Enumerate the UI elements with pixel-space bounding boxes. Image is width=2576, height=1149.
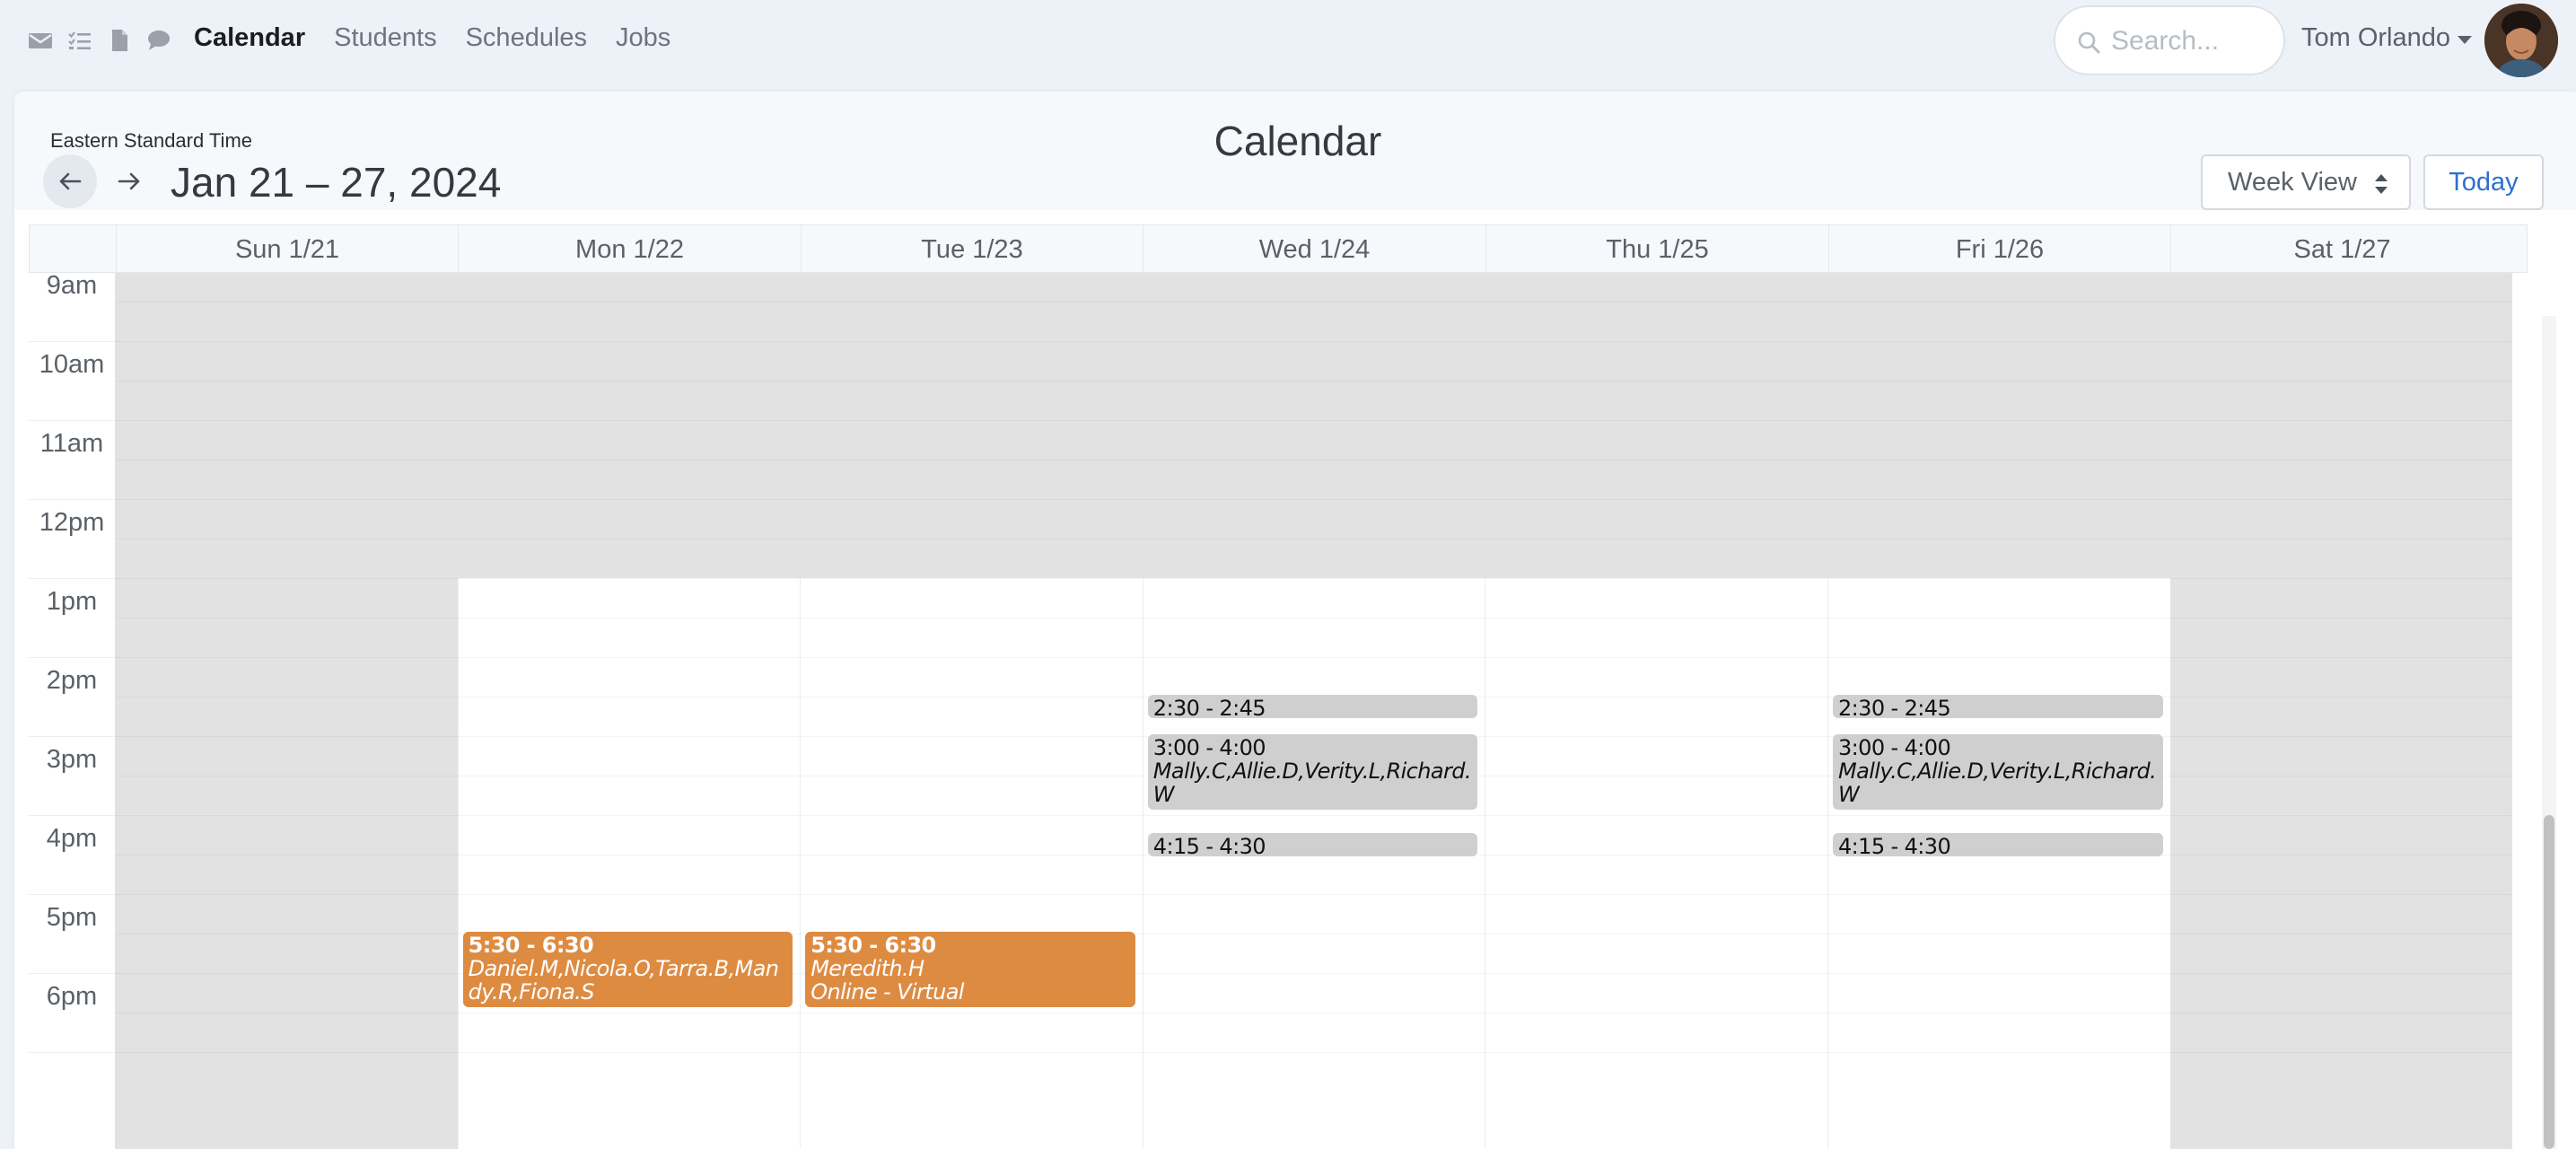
day-header-tue: Tue 1/23 [801,225,1143,274]
unavailable-block [1827,273,2170,578]
time-label: 4pm [46,824,98,853]
nav-links: Calendar Students Schedules Jobs [194,23,670,53]
event-time: 5:30 - 6:30 [468,933,594,958]
scrollbar-thumb[interactable] [2544,815,2554,1149]
day-header-sat: Sat 1/27 [2170,225,2513,274]
time-label: 5pm [46,903,98,932]
hour-line [115,420,2513,421]
time-grid-body: 9am 10am 11am 12pm 1pm 2pm 3pm 4pm 5pm 6pm 2:30 - … [29,271,2528,1149]
time-label: 1pm [46,587,98,616]
gutter-line [29,420,115,421]
event-detail: Mally.C,Allie.D,Verity.L,Richard.W [1152,759,1472,807]
nav-link-jobs[interactable]: Jobs [616,23,670,53]
hour-line [115,894,2513,895]
nav-link-calendar[interactable]: Calendar [194,23,305,53]
calendar-event[interactable]: 5:30 - 6:30 Daniel.M,Nicola.O,Tarra.B,Man… [462,932,793,1007]
calendar-event[interactable]: 2:30 - 2:45 [1833,695,2163,718]
event-time: 3:00 - 4:00 [1838,735,1951,760]
unavailable-block [1485,273,1827,578]
calendar-event[interactable]: 2:30 - 2:45 [1147,695,1478,718]
top-navbar: Calendar Students Schedules Jobs Tom Orl… [0,0,2576,83]
day-header-row: Sun 1/21 Mon 1/22 Tue 1/23 Wed 1/24 Thu … [29,224,2528,274]
event-detail: Mally.C,Allie.D,Verity.L,Richard.W [1838,759,2157,807]
arrow-right-icon [118,172,140,190]
view-select-value: Week View [2228,167,2357,197]
event-time: 5:30 - 6:30 [810,933,936,958]
hour-line [115,341,2513,342]
calendar-event[interactable]: 5:30 - 6:30 Meredith.H Online - Virtual [805,932,1135,1007]
time-label: 12pm [39,508,105,537]
day-header-wed: Wed 1/24 [1143,225,1485,274]
gutter-line [29,894,115,895]
search-input[interactable] [2111,23,2273,59]
day-header-thu: Thu 1/25 [1485,225,1828,274]
hour-line [115,657,2513,658]
time-label: 6pm [46,982,98,1011]
time-label: 2pm [46,666,98,695]
calendar-event[interactable]: 4:15 - 4:30 [1833,833,2163,856]
document-icon[interactable] [106,27,133,54]
day-header-sun: Sun 1/21 [116,225,458,274]
time-label: 11am [39,429,104,458]
event-time: 3:00 - 4:00 [1152,735,1266,760]
gutter-line [29,578,115,579]
half-hour-line [115,381,2513,382]
arrow-left-icon [59,172,82,190]
event-time: 4:15 - 4:30 [1152,834,1266,856]
user-menu[interactable]: Tom Orlando [2301,23,2473,53]
hour-line [115,578,2513,579]
gutter-line [29,341,115,342]
unavailable-block [800,273,1143,578]
calendar-event[interactable]: 4:15 - 4:30 [1147,833,1478,856]
event-detail: Daniel.M,Nicola.O,Tarra.B,Mandy.R,Fiona.… [468,956,779,1004]
search-box [2054,5,2285,75]
gutter-line [29,657,115,658]
day-header-fri: Fri 1/26 [1828,225,2170,274]
search-icon [2078,31,2100,54]
gutter-line [29,736,115,737]
time-label: 3pm [46,745,98,774]
unavailable-block [115,273,458,1149]
event-time: 2:30 - 2:45 [1838,696,1951,718]
caret-down-icon [2458,35,2473,44]
time-label: 9am [46,271,98,300]
sort-arrows-icon [2375,174,2388,194]
unavailable-block [2169,273,2513,1149]
time-label: 10am [39,350,105,379]
nav-link-schedules[interactable]: Schedules [466,23,587,53]
calendar-event[interactable]: 3:00 - 4:00 Mally.C,Allie.D,Verity.L,Rich… [1147,734,1478,810]
hour-line [115,499,2513,500]
week-grid: Sun 1/21 Mon 1/22 Tue 1/23 Wed 1/24 Thu … [29,224,2538,1149]
envelope-icon[interactable] [27,27,54,54]
nav-icon-group [27,27,172,54]
day-header-mon: Mon 1/22 [458,225,801,274]
user-name: Tom Orlando [2301,23,2451,52]
date-range-label: Jan 21 – 27, 2024 [171,159,502,206]
next-week-button[interactable] [111,154,147,208]
gutter-line [29,499,115,500]
today-button[interactable]: Today [2423,154,2544,210]
gutter-line [29,1052,115,1053]
checklist-icon[interactable] [66,27,93,54]
chat-icon[interactable] [145,27,172,54]
prev-week-button[interactable] [43,154,97,208]
event-time: 2:30 - 2:45 [1152,696,1266,718]
unavailable-block [457,273,801,578]
nav-link-students[interactable]: Students [334,23,436,53]
hour-line [115,815,2513,816]
avatar[interactable] [2484,4,2558,77]
half-hour-line [115,302,2513,303]
view-select[interactable]: Week View [2201,154,2411,210]
hour-line [115,1052,2513,1053]
gutter-line [29,973,115,974]
event-time: 4:15 - 4:30 [1838,834,1951,856]
gutter-line [29,815,115,816]
calendar-event[interactable]: 3:00 - 4:00 Mally.C,Allie.D,Verity.L,Rich… [1833,734,2163,810]
event-detail: Online - Virtual [810,979,964,1004]
unavailable-block [1142,273,1485,578]
event-detail: Meredith.H [810,956,924,981]
